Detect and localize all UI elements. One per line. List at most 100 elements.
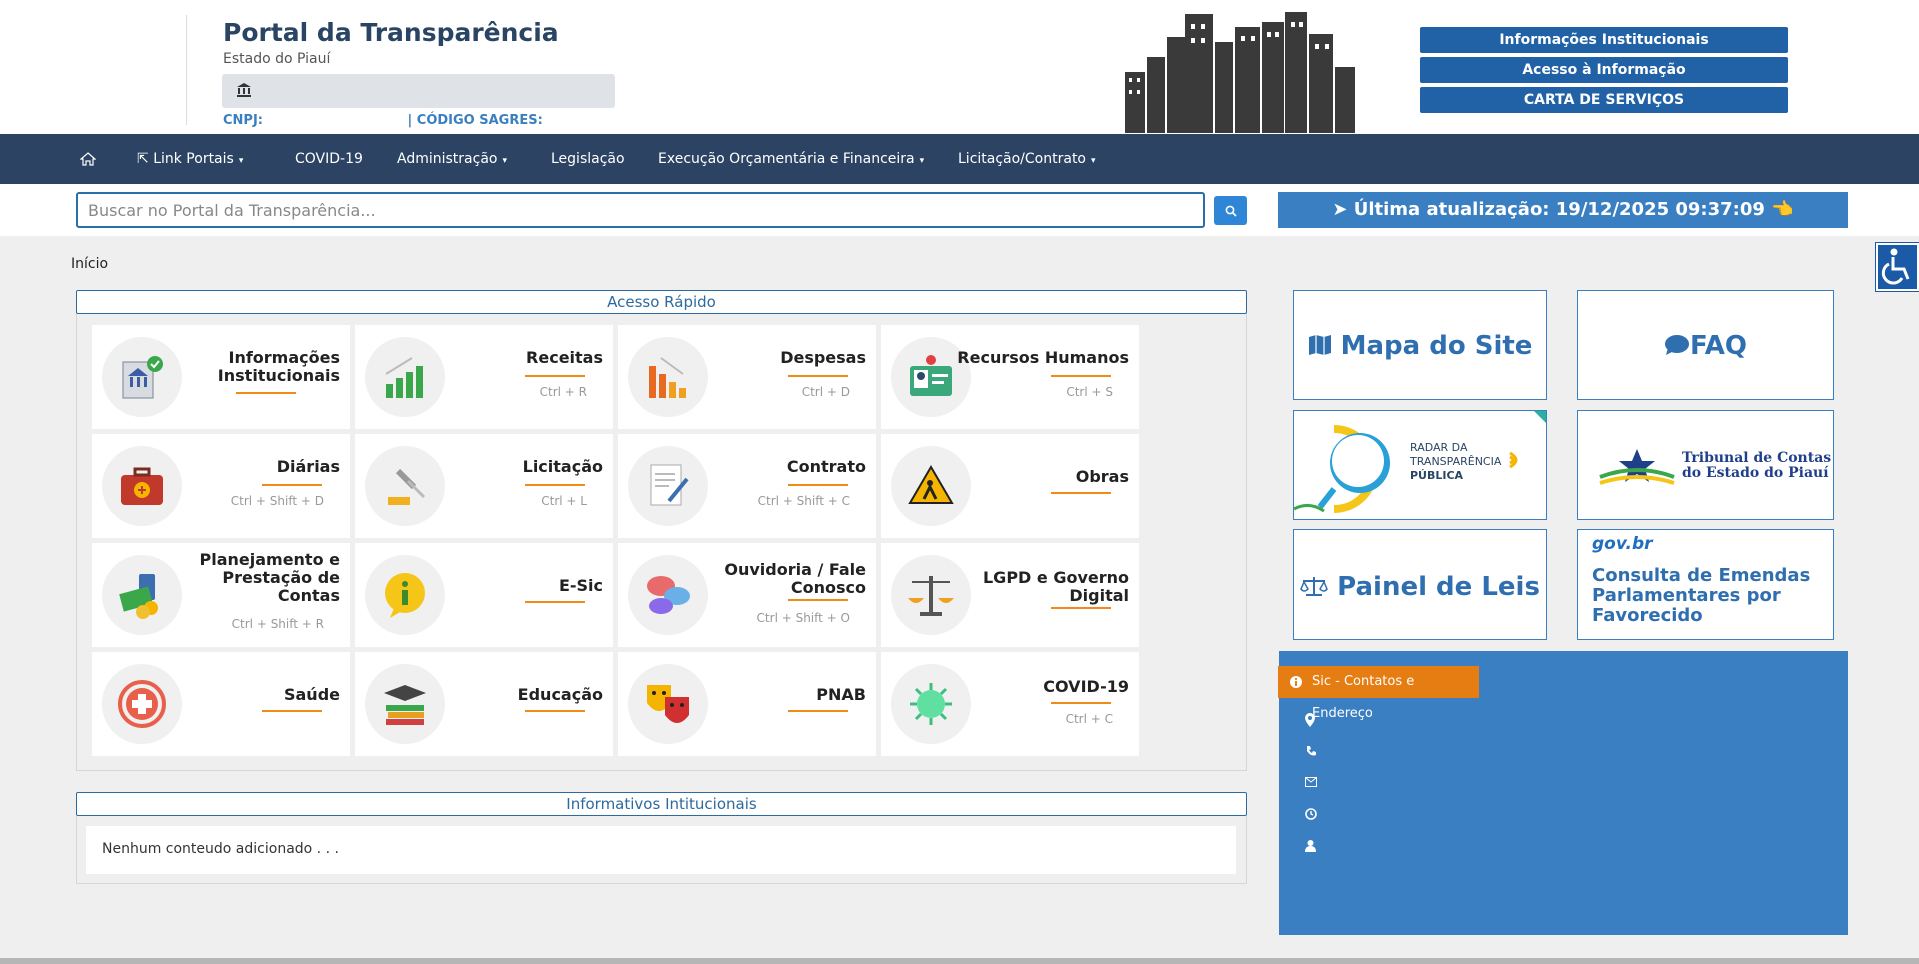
- radar-card[interactable]: RADAR DA TRANSPARÊNCIA PÚBLICA: [1293, 410, 1547, 520]
- entity-ids: CNPJ: | CÓDIGO SAGRES:: [223, 113, 683, 128]
- card-esic[interactable]: E-Sic: [355, 543, 613, 647]
- card-lgpd[interactable]: LGPD e Governo Digital: [881, 543, 1139, 647]
- card-label: E-Sic: [558, 576, 603, 595]
- informativos-title: Informativos Intitucionais: [76, 792, 1247, 816]
- chevron-down-icon: ▾: [502, 156, 507, 166]
- building-check-icon: [122, 356, 163, 399]
- emendas-card[interactable]: gov.br Consulta de Emendas Parlamentares…: [1577, 529, 1834, 640]
- cnpj-label: CNPJ:: [223, 113, 263, 128]
- card-diarias[interactable]: Diárias Ctrl + Shift + D: [92, 434, 350, 538]
- accessibility-button[interactable]: [1875, 242, 1919, 292]
- card-educacao[interactable]: Educação: [355, 652, 613, 756]
- faq-card[interactable]: FAQ: [1577, 290, 1834, 400]
- card-planejamento[interactable]: Planejamento e Prestação de Contas Ctrl …: [92, 543, 350, 647]
- underline: [525, 601, 585, 603]
- nav-legislacao[interactable]: Legislação: [551, 134, 625, 184]
- underline: [788, 375, 848, 377]
- entity-box: [222, 74, 615, 108]
- radar-line-2: TRANSPARÊNCIA: [1410, 455, 1502, 468]
- card-label: Licitação: [522, 457, 603, 476]
- tce-line-1: Tribunal de Contas: [1682, 450, 1832, 466]
- card-informacoes-institucionais[interactable]: Informações Institucionais: [92, 325, 350, 429]
- card-receitas[interactable]: Receitas Ctrl + R: [355, 325, 613, 429]
- card-shortcut: Ctrl + Shift + O: [756, 611, 850, 625]
- external-link-icon: ⇱: [137, 151, 149, 167]
- nav-execucao[interactable]: Execução Orçamentária e Financeira ▾: [658, 134, 924, 184]
- card-contrato[interactable]: Contrato Ctrl + Shift + C: [618, 434, 876, 538]
- card-label: Educação: [517, 685, 603, 704]
- painel-leis-card[interactable]: Painel de Leis: [1293, 529, 1547, 640]
- access-info-button[interactable]: Acesso à Informação: [1420, 57, 1788, 83]
- card-label: Despesas: [780, 348, 866, 367]
- map-marker-icon: [1305, 713, 1315, 727]
- sagres-label: | CÓDIGO SAGRES:: [407, 113, 543, 128]
- card-label: Contrato: [786, 457, 866, 476]
- card-shortcut: Ctrl + S: [1066, 385, 1113, 399]
- money-icon: [119, 574, 158, 619]
- graduation-books-icon: [384, 685, 426, 725]
- home-icon[interactable]: [79, 134, 97, 184]
- decline-chart-icon: [649, 357, 686, 398]
- emendas-text: Consulta de Emendas Parlamentares por Fa…: [1592, 565, 1811, 626]
- site-header: Portal da Transparência Estado do Piauí …: [0, 0, 1919, 134]
- card-label: Receitas: [526, 348, 603, 367]
- institutional-info-button[interactable]: Informações Institucionais: [1420, 27, 1788, 53]
- card-label: Recursos Humanos: [957, 348, 1129, 367]
- scales-icon: [908, 576, 954, 616]
- portal-title: Portal da Transparência: [223, 18, 559, 47]
- chat-bubbles-icon: [647, 576, 690, 614]
- underline: [525, 484, 585, 486]
- site-map-text: Mapa do Site: [1340, 331, 1533, 361]
- nav-link-portais[interactable]: ⇱ Link Portais ▾: [137, 134, 243, 184]
- info-bubble-icon: [385, 573, 425, 618]
- card-shortcut: Ctrl + Shift + R: [231, 617, 324, 631]
- nav-covid[interactable]: COVID-19: [295, 134, 363, 184]
- underline: [236, 392, 296, 394]
- clock-icon: [1305, 808, 1317, 820]
- underline: [525, 710, 585, 712]
- underline: [1051, 492, 1111, 494]
- site-map-card[interactable]: Mapa do Site: [1293, 290, 1547, 400]
- signal-icon: [1509, 451, 1518, 469]
- underline: [1051, 375, 1111, 377]
- card-covid[interactable]: COVID-19 Ctrl + C: [881, 652, 1139, 756]
- card-recursos-humanos[interactable]: Recursos Humanos Ctrl + S: [881, 325, 1139, 429]
- nav-administracao[interactable]: Administração ▾: [397, 134, 507, 184]
- card-obras[interactable]: Obras: [881, 434, 1139, 538]
- main-nav: ⇱ Link Portais ▾ COVID-19 Administração ▾ …: [0, 134, 1919, 184]
- construction-sign-icon: [908, 465, 954, 504]
- wheelchair-icon: [1881, 248, 1910, 285]
- portal-subtitle: Estado do Piauí: [223, 51, 331, 67]
- search-button[interactable]: [1214, 196, 1247, 225]
- card-ouvidoria[interactable]: Ouvidoria / Fale Conosco Ctrl + Shift + …: [618, 543, 876, 647]
- card-label: Obras: [1075, 467, 1129, 486]
- radar-line-1: RADAR DA: [1410, 441, 1468, 454]
- breadcrumb[interactable]: Início: [71, 256, 108, 272]
- card-shortcut: Ctrl + C: [1065, 712, 1113, 726]
- footer-divider: [0, 958, 1919, 964]
- card-label: LGPD e Governo Digital: [982, 568, 1129, 605]
- health-cross-icon: [118, 680, 166, 728]
- theater-masks-icon: [647, 685, 689, 723]
- city-skyline-icon: [1125, 12, 1355, 133]
- card-shortcut: Ctrl + Shift + D: [230, 494, 324, 508]
- search-row: ➤ Última atualização: 19/12/2025 09:37:0…: [0, 184, 1919, 236]
- logo: [95, 15, 187, 125]
- radar-logo-icon: [1294, 425, 1390, 513]
- search-input[interactable]: [76, 192, 1205, 228]
- card-label: Ouvidoria / Fale Conosco: [724, 560, 866, 597]
- card-licitacao[interactable]: Licitação Ctrl + L: [355, 434, 613, 538]
- bank-icon: [236, 82, 252, 102]
- services-letter-button[interactable]: CARTA DE SERVIÇOS: [1420, 87, 1788, 113]
- chevron-down-icon: ▾: [238, 156, 244, 166]
- nav-licitacao[interactable]: Licitação/Contrato ▾: [958, 134, 1096, 184]
- chevron-down-icon: ▾: [919, 156, 925, 166]
- suitcase-icon: [121, 467, 163, 505]
- chevron-down-icon: ▾: [1091, 156, 1096, 166]
- tce-card[interactable]: Tribunal de Contas do Estado do Piauí: [1577, 410, 1834, 520]
- map-icon: [1308, 335, 1331, 355]
- card-saude[interactable]: Saúde: [92, 652, 350, 756]
- card-despesas[interactable]: Despesas Ctrl + D: [618, 325, 876, 429]
- card-pnab[interactable]: PNAB: [618, 652, 876, 756]
- scale-icon: [1300, 577, 1328, 596]
